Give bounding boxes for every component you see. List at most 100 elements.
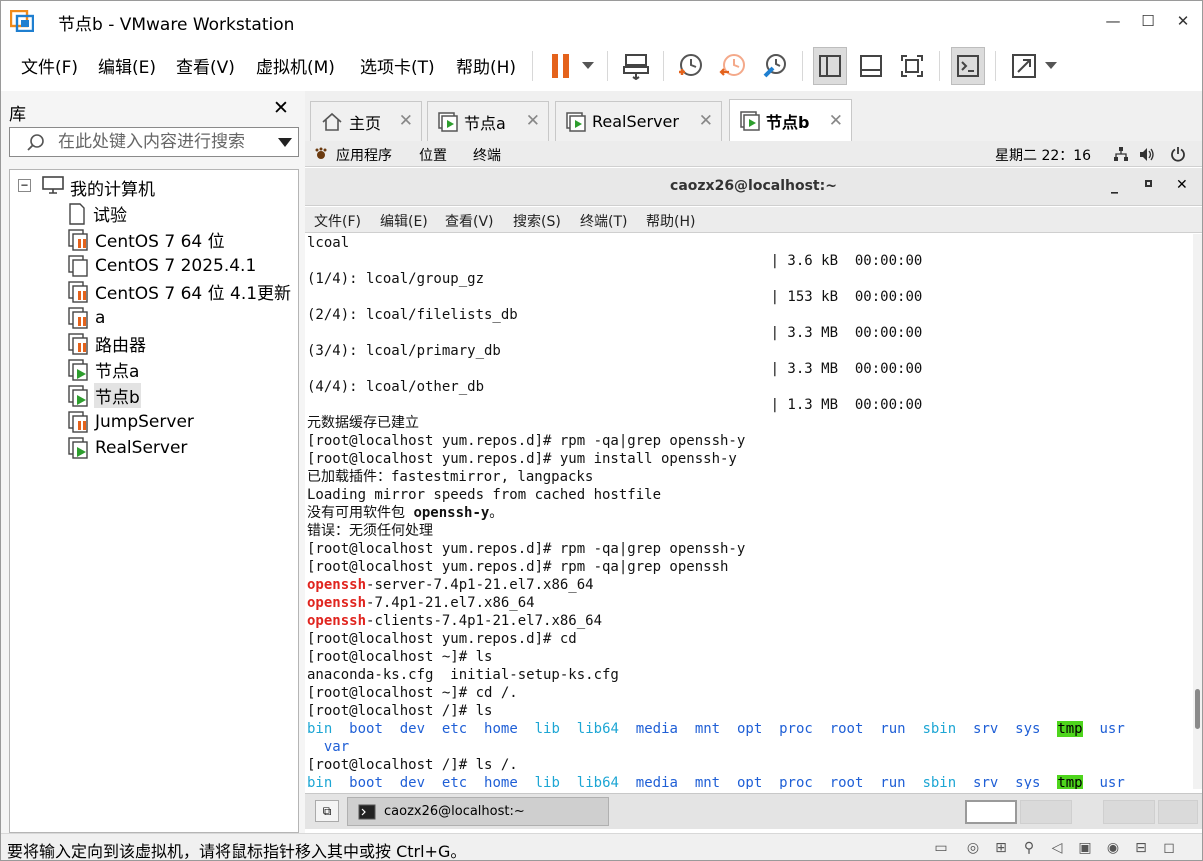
library-search-input[interactable] [58, 131, 268, 153]
tree-item[interactable]: a [68, 305, 106, 330]
terminal-close-button[interactable]: ✕ [1176, 177, 1188, 193]
tab-close-icon[interactable]: ✕ [829, 111, 843, 131]
tab-node-b[interactable]: 节点b ✕ [729, 99, 852, 142]
tree-item[interactable]: 试验 [68, 201, 128, 226]
terminal-line: 元数据缓存已建立 [307, 414, 1193, 432]
vm-stopped-icon [68, 254, 88, 277]
usb-icon[interactable]: ⚲ [1019, 840, 1039, 858]
network-icon[interactable] [1113, 147, 1129, 162]
terminal-menu-edit[interactable]: 编辑(E) [380, 211, 428, 231]
tab-label: 节点b [766, 113, 810, 132]
menu-help[interactable]: 帮助(H) [456, 53, 516, 78]
menu-file[interactable]: 文件(F) [21, 53, 78, 78]
workspace-3[interactable] [1103, 800, 1155, 824]
tree-item-label: 路由器 [95, 336, 146, 356]
power-dropdown[interactable] [578, 47, 598, 85]
collapse-toggle[interactable]: − [18, 179, 31, 192]
tree-item[interactable]: CentOS 7 2025.4.1 [68, 253, 257, 278]
chevron-down-icon[interactable] [278, 138, 292, 148]
terminal-text: boot [349, 775, 383, 789]
terminal-line: [root@localhost yum.repos.d]# rpm -qa|gr… [307, 432, 1193, 450]
stretch-dropdown[interactable] [1041, 47, 1061, 85]
gnome-clock[interactable]: 星期二 22：16 [995, 145, 1091, 165]
taskbar-terminal-item[interactable]: caozx26@localhost:~ [347, 797, 609, 826]
stretch-guest-button[interactable] [1007, 47, 1041, 85]
tree-item[interactable]: CentOS 7 64 位 [68, 227, 226, 252]
tab-home[interactable]: 主页 ✕ [310, 101, 422, 141]
power-icon[interactable] [1170, 146, 1186, 162]
gnome-applications-menu[interactable]: 应用程序 [336, 145, 392, 165]
menu-tabs[interactable]: 选项卡(T) [360, 53, 435, 78]
terminal-menu-file[interactable]: 文件(F) [314, 211, 361, 231]
terminal-text: [root@localhost yum.repos.d]# rpm -qa|gr… [307, 433, 746, 449]
terminal-menu-help[interactable]: 帮助(H) [646, 211, 695, 231]
status-message: 要将输入定向到该虚拟机，请将鼠标指针移入其中或按 Ctrl+G。 [7, 842, 467, 861]
terminal-text: 没有可用软件包 [307, 505, 414, 521]
workspace-2[interactable] [1020, 800, 1072, 824]
tree-item-label: RealServer [95, 437, 188, 458]
snapshot-manager-button[interactable] [758, 47, 792, 85]
workspace-4[interactable] [1158, 800, 1198, 824]
gnome-places-menu[interactable]: 位置 [419, 145, 447, 165]
show-library-button[interactable] [813, 47, 847, 85]
tree-item[interactable]: RealServer [68, 435, 188, 460]
network-adapter-icon[interactable]: ⊞ [991, 840, 1011, 858]
fit-guest-icon[interactable]: ◻ [1159, 840, 1179, 858]
console-icon [957, 55, 979, 77]
terminal-text: (2/4): lcoal/filelists_db [307, 307, 518, 323]
pause-button[interactable] [546, 47, 576, 85]
menu-view[interactable]: 查看(V) [176, 53, 235, 78]
tree-item[interactable]: JumpServer [68, 409, 195, 434]
tab-close-icon[interactable]: ✕ [526, 111, 540, 131]
tree-root-label[interactable]: 我的计算机 [70, 175, 155, 200]
terminal-text: dev [399, 721, 426, 737]
terminal-menu-view[interactable]: 查看(V) [445, 211, 494, 231]
menu-edit[interactable]: 编辑(E) [98, 53, 156, 78]
show-desktop-button[interactable]: ⧉ [315, 800, 339, 822]
display-icon[interactable]: ◉ [1103, 840, 1123, 858]
tree-item[interactable]: 路由器 [68, 331, 147, 356]
terminal-scrollbar[interactable] [1193, 234, 1202, 789]
terminal-scrollbar-thumb[interactable] [1195, 689, 1200, 729]
tree-item[interactable]: CentOS 7 64 位 4.1更新 [68, 279, 292, 304]
tab-close-icon[interactable]: ✕ [699, 111, 713, 131]
message-log-icon[interactable]: ⊟ [1131, 840, 1151, 858]
console-view-button[interactable] [951, 47, 985, 85]
take-snapshot-button[interactable] [673, 47, 707, 85]
workspace-1[interactable] [965, 800, 1017, 824]
terminal-menu-terminal[interactable]: 终端(T) [580, 211, 627, 231]
toolbar-separator [532, 51, 533, 81]
minimize-button[interactable]: — [1098, 7, 1128, 35]
maximize-button[interactable]: ☐ [1133, 7, 1163, 35]
terminal-maximize-button[interactable] [1145, 180, 1152, 187]
tab-node-a[interactable]: 节点a ✕ [427, 101, 549, 141]
volume-icon[interactable] [1139, 147, 1155, 162]
tree-item[interactable]: 节点b [68, 383, 141, 408]
tab-realserver[interactable]: RealServer ✕ [555, 101, 722, 141]
printer-icon[interactable]: ▣ [1075, 840, 1095, 858]
terminal-output[interactable]: lcoal | 3.6 kB 00:00:00 (1/4): lcoal/grou… [305, 234, 1193, 789]
full-screen-button[interactable] [895, 47, 929, 85]
terminal-text: sbin [922, 775, 957, 789]
guest-display[interactable]: 应用程序 位置 终端 星期二 22：16 caozx26@localhost:~… [305, 141, 1202, 797]
revert-snapshot-button[interactable] [716, 47, 750, 85]
menu-vm[interactable]: 虚拟机(M) [256, 53, 335, 78]
vmware-logo-icon [10, 10, 34, 32]
terminal-line: 错误：无须任何处理 [307, 522, 1193, 540]
show-thumbnail-button[interactable] [854, 47, 888, 85]
terminal-text: openssh [307, 577, 367, 593]
send-ctrl-alt-del-button[interactable] [619, 47, 653, 85]
terminal-minimize-button[interactable]: _ [1111, 178, 1118, 194]
cd-dvd-icon[interactable]: ◎ [963, 840, 983, 858]
hard-disk-icon[interactable]: ▭ [931, 840, 951, 858]
tree-item[interactable]: 节点a [68, 357, 140, 382]
terminal-menu-search[interactable]: 搜索(S) [513, 211, 561, 231]
library-close-button[interactable]: ✕ [273, 97, 289, 119]
close-button[interactable]: ✕ [1168, 7, 1198, 35]
terminal-text: mnt [694, 775, 721, 789]
gnome-terminal-menu[interactable]: 终端 [473, 145, 501, 165]
tab-close-icon[interactable]: ✕ [399, 111, 413, 131]
sound-card-icon[interactable]: ◁ [1047, 840, 1067, 858]
